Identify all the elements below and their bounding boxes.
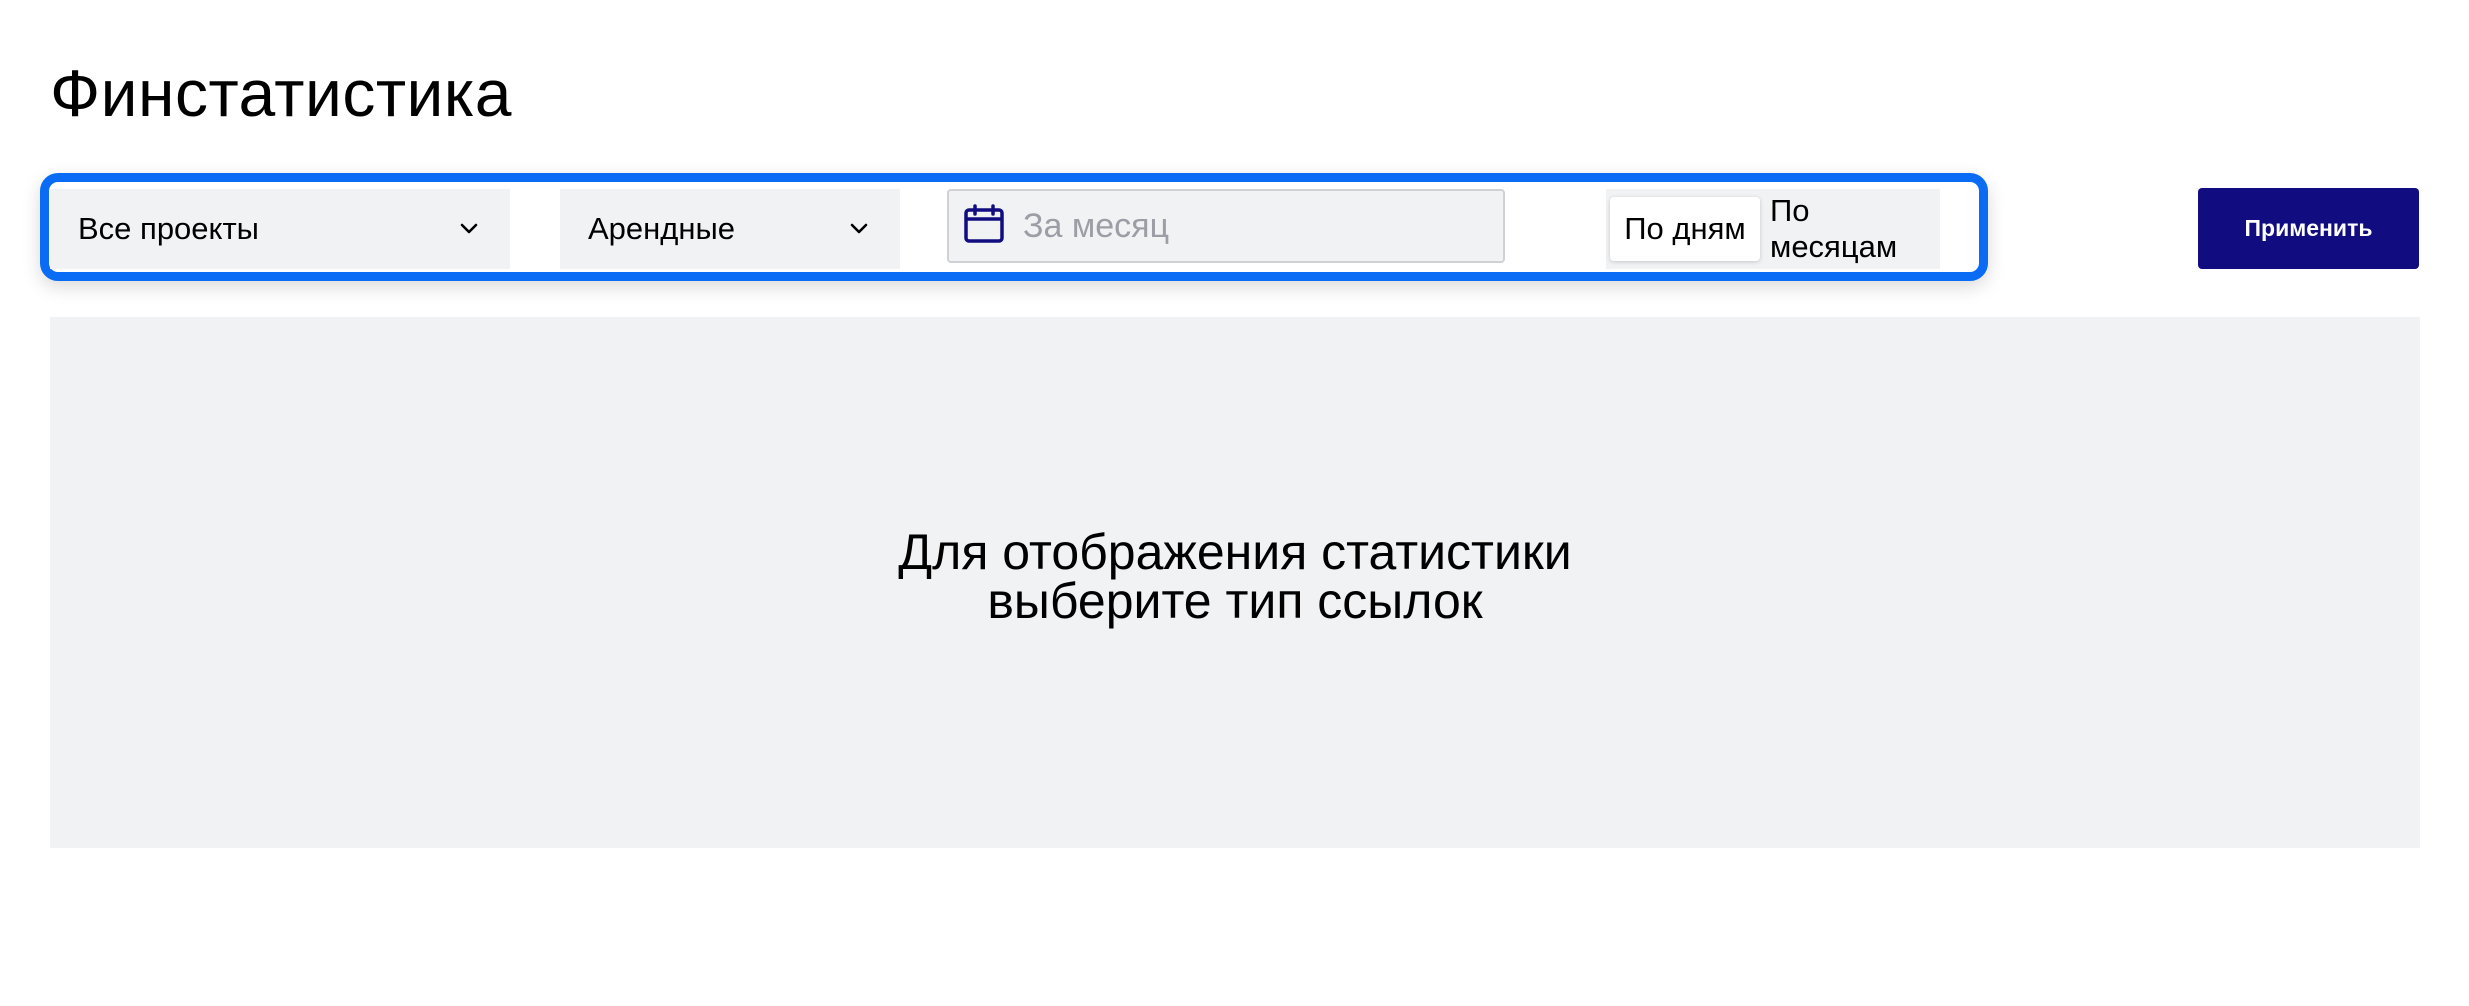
chevron-down-icon bbox=[846, 216, 872, 242]
granularity-toggle: По дням По месяцам bbox=[1606, 189, 1940, 269]
link-type-select-value: Арендные bbox=[588, 211, 736, 246]
chevron-down-icon bbox=[456, 216, 482, 242]
page-title: Финстатистика bbox=[50, 56, 512, 130]
calendar-icon[interactable] bbox=[963, 203, 1005, 249]
project-select[interactable]: Все проекты bbox=[50, 189, 510, 269]
date-range-picker[interactable] bbox=[947, 189, 1505, 263]
statistics-panel: Для отображения статистики выберите тип … bbox=[50, 317, 2420, 848]
date-range-input[interactable] bbox=[1021, 205, 1485, 247]
link-type-select[interactable]: Арендные bbox=[560, 189, 900, 269]
project-select-value: Все проекты bbox=[78, 211, 259, 246]
empty-state-message: Для отображения статистики выберите тип … bbox=[898, 523, 1572, 629]
apply-button[interactable]: Применить bbox=[2198, 188, 2419, 269]
granularity-option-days[interactable]: По дням bbox=[1610, 197, 1760, 261]
empty-state-line-2: выберите тип ссылок bbox=[987, 572, 1483, 629]
empty-state-line-1: Для отображения статистики bbox=[898, 523, 1572, 580]
granularity-option-months[interactable]: По месяцам bbox=[1760, 193, 1936, 264]
page: Финстатистика Все проекты Арендные По дн… bbox=[0, 0, 2469, 1006]
